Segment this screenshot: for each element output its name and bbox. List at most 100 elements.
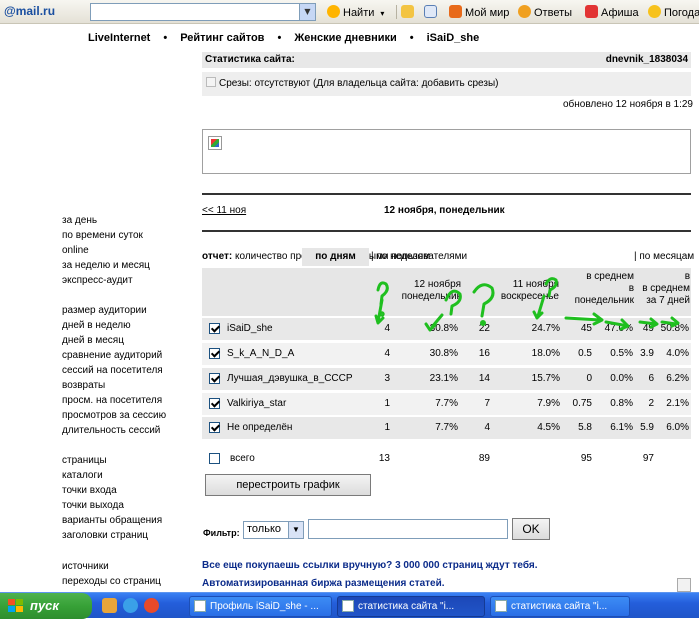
- cell-percent: 50.8%: [660, 323, 689, 334]
- nav-item[interactable]: переходы со страниц: [62, 575, 161, 588]
- search-button[interactable]: Найти ▾: [327, 5, 384, 19]
- ad-link[interactable]: Автоматизированная биржа размещения стат…: [202, 578, 445, 589]
- search-combobox[interactable]: ▼: [90, 3, 316, 21]
- tab-by-weeks[interactable]: | по неделям: [371, 251, 430, 262]
- taskbar-item-stats-active[interactable]: статистика сайта "i...: [337, 596, 485, 617]
- cell-value: 13: [378, 453, 390, 464]
- nav-item[interactable]: страницы: [62, 454, 107, 467]
- row-checkbox[interactable]: [209, 348, 220, 359]
- taskbar-item-profile[interactable]: Профиль iSaiD_she - ...: [189, 596, 332, 617]
- table-row-total: всего 13 89 95 97: [202, 448, 691, 470]
- cell-value: 95: [580, 453, 592, 464]
- tab-by-months[interactable]: | по месяцам: [634, 251, 694, 262]
- nav-item[interactable]: размер аудитории: [62, 304, 147, 317]
- nav-item[interactable]: просм. на посетителя: [62, 394, 162, 407]
- current-day-title: 12 ноября, понедельник: [384, 205, 505, 216]
- nav-item[interactable]: дней в неделю: [62, 319, 131, 332]
- quicklaunch-folder-icon[interactable]: [102, 598, 117, 613]
- start-button[interactable]: пуск: [0, 593, 92, 619]
- cell-value: 3.9: [640, 348, 654, 359]
- nav-item[interactable]: за неделю и месяц: [62, 259, 150, 272]
- window-icon: [342, 600, 354, 612]
- nav-item[interactable]: длительность сессий: [62, 424, 160, 437]
- row-checkbox[interactable]: [209, 373, 220, 384]
- cell-percent: 6.1%: [610, 422, 633, 433]
- nav-item[interactable]: точки входа: [62, 484, 117, 497]
- nav-item[interactable]: просмотров за сессию: [62, 409, 166, 422]
- filter-mode-select[interactable]: только ▼: [243, 521, 304, 539]
- breadcrumb-women-diaries[interactable]: Женские дневники: [294, 32, 396, 44]
- cell-percent: 15.7%: [531, 373, 560, 384]
- window-icon[interactable]: [424, 5, 437, 18]
- toolbar-item-otvety[interactable]: Ответы: [518, 5, 572, 19]
- nav-item[interactable]: каталоги: [62, 469, 103, 482]
- nav-item[interactable]: возвраты: [62, 379, 105, 392]
- toolbar-item-moimir[interactable]: Мой мир: [449, 5, 509, 19]
- cell-value: 16: [478, 348, 490, 359]
- search-icon: [327, 5, 340, 18]
- filter-label: Фильтр:: [203, 528, 240, 538]
- table-row: Не определён 1 7.7% 4 4.5% 5.8 6.1% 5.9 …: [202, 417, 691, 439]
- row-checkbox[interactable]: [209, 323, 220, 334]
- breadcrumb-site[interactable]: iSaiD_she: [427, 32, 480, 44]
- start-label: пуск: [30, 598, 59, 613]
- nav-item[interactable]: источники: [62, 560, 109, 573]
- table-row: Valkiriya_star 1 7.7% 7 7.9% 0.75 0.8% 2…: [202, 393, 691, 415]
- separator-dot: •: [163, 32, 168, 44]
- nav-item[interactable]: варианты обращения: [62, 514, 162, 527]
- toolbar-item-afisha[interactable]: Афиша: [585, 5, 639, 19]
- rebuild-chart-button[interactable]: перестроить график: [205, 474, 371, 496]
- nav-item[interactable]: сравнение аудиторий: [62, 349, 162, 362]
- quicklaunch-browser-icon[interactable]: [123, 598, 138, 613]
- cell-percent: 24.7%: [531, 323, 560, 334]
- prev-day-link[interactable]: << 11 ноя: [202, 205, 246, 216]
- nav-item[interactable]: за день: [62, 214, 97, 227]
- filter-input[interactable]: [308, 519, 508, 539]
- row-checkbox[interactable]: [209, 398, 220, 409]
- mailru-logo[interactable]: @mail.ru: [4, 4, 55, 20]
- cell-value: 2: [648, 398, 654, 409]
- cell-value: 22: [478, 323, 490, 334]
- total-label: всего: [230, 453, 255, 464]
- table-row: Лучшая_дэвушка_в_СССР 3 23.1% 14 15.7% 0…: [202, 368, 691, 390]
- cell-value: 5.9: [640, 422, 654, 433]
- report-label: отчет:: [202, 251, 233, 262]
- site-id: dnevnik_1838034: [605, 54, 688, 65]
- nav-item[interactable]: точки выхода: [62, 499, 124, 512]
- total-checkbox[interactable]: [209, 453, 220, 464]
- scroll-arrow-icon[interactable]: [677, 578, 691, 592]
- cell-value: 45: [580, 323, 592, 334]
- nav-item[interactable]: сессий на посетителя: [62, 364, 163, 377]
- cell-value: 49: [642, 323, 654, 334]
- row-name: iSaiD_she: [227, 323, 273, 334]
- highlight-icon[interactable]: [401, 5, 414, 18]
- table-row: iSaiD_she 4 30.8% 22 24.7% 45 47.0% 49 5…: [202, 318, 691, 340]
- toolbar-item-pogoda[interactable]: Погода: [648, 5, 699, 19]
- col-header-avg-7days: вв среднем за 7 дней: [642, 271, 690, 306]
- breadcrumb: LiveInternet • Рейтинг сайтов • Женские днев…: [88, 32, 479, 46]
- quicklaunch-app-icon[interactable]: [144, 598, 159, 613]
- report-description: отчет: количество просмотров разными пол…: [202, 251, 691, 265]
- nav-item[interactable]: заголовки страниц: [62, 529, 148, 542]
- cell-value: 4: [384, 348, 390, 359]
- cell-value: 5.8: [578, 422, 592, 433]
- nav-item[interactable]: по времени суток: [62, 229, 143, 242]
- cell-value: 1: [384, 422, 390, 433]
- breadcrumb-liveinternet[interactable]: LiveInternet: [88, 32, 150, 44]
- breadcrumb-rating[interactable]: Рейтинг сайтов: [180, 32, 264, 44]
- ok-button[interactable]: OK: [512, 518, 550, 540]
- srezy-text[interactable]: Срезы: отсутствуют (Для владельца сайта:…: [219, 78, 499, 89]
- taskbar-item-stats[interactable]: статистика сайта "i...: [490, 596, 630, 617]
- nav-item[interactable]: экспресс-аудит: [62, 274, 133, 287]
- divider: [202, 193, 691, 195]
- cell-value: 1: [384, 398, 390, 409]
- cell-value: 0.5: [578, 348, 592, 359]
- nav-item[interactable]: дней в месяц: [62, 334, 124, 347]
- row-checkbox[interactable]: [209, 422, 220, 433]
- nav-item[interactable]: online: [62, 244, 89, 257]
- tab-by-days[interactable]: по дням: [302, 248, 369, 266]
- chevron-down-icon[interactable]: ▼: [288, 522, 303, 538]
- chevron-down-icon[interactable]: ▼: [299, 4, 315, 20]
- updated-time: обновлено 12 ноября в 1:29: [562, 99, 693, 110]
- ad-link[interactable]: Все еще покупаешь ссылки вручную? 3 000 …: [202, 560, 537, 571]
